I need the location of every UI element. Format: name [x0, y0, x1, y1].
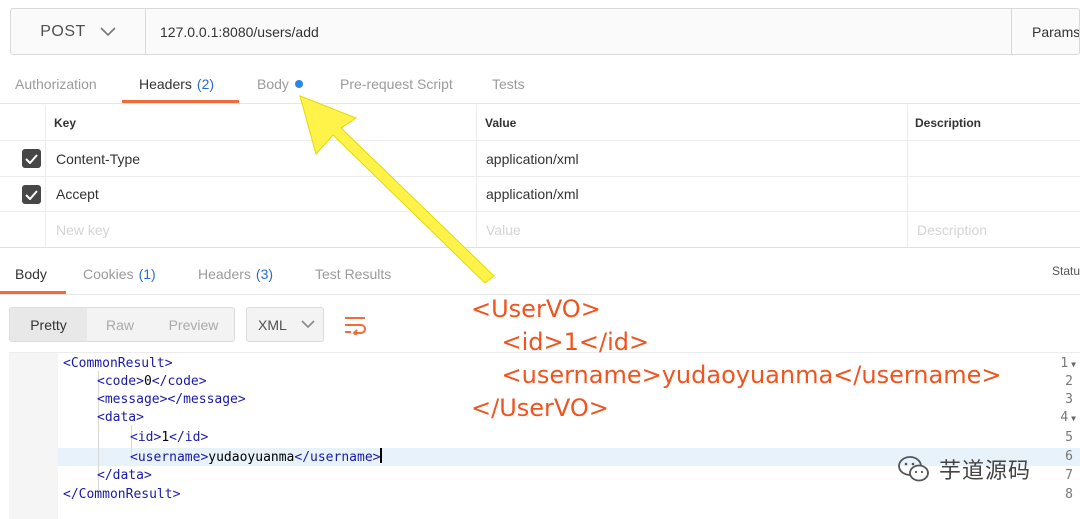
annotation-arrow	[299, 95, 495, 284]
wechat-icon	[898, 456, 929, 482]
watermark-text: 芋道源码	[939, 459, 1032, 484]
annotation-line: <UserVO>	[471, 295, 601, 323]
watermark: 芋道源码	[897, 453, 1031, 485]
annotation-line: <id>1</id>	[471, 328, 650, 356]
annotation-line: <username>yudaoyuanma</username>	[471, 361, 1002, 389]
annotation-text: <UserVO> <id>1</id> <username>yudaoyuanm…	[471, 293, 1001, 425]
annotation-line: </UserVO>	[471, 394, 609, 422]
